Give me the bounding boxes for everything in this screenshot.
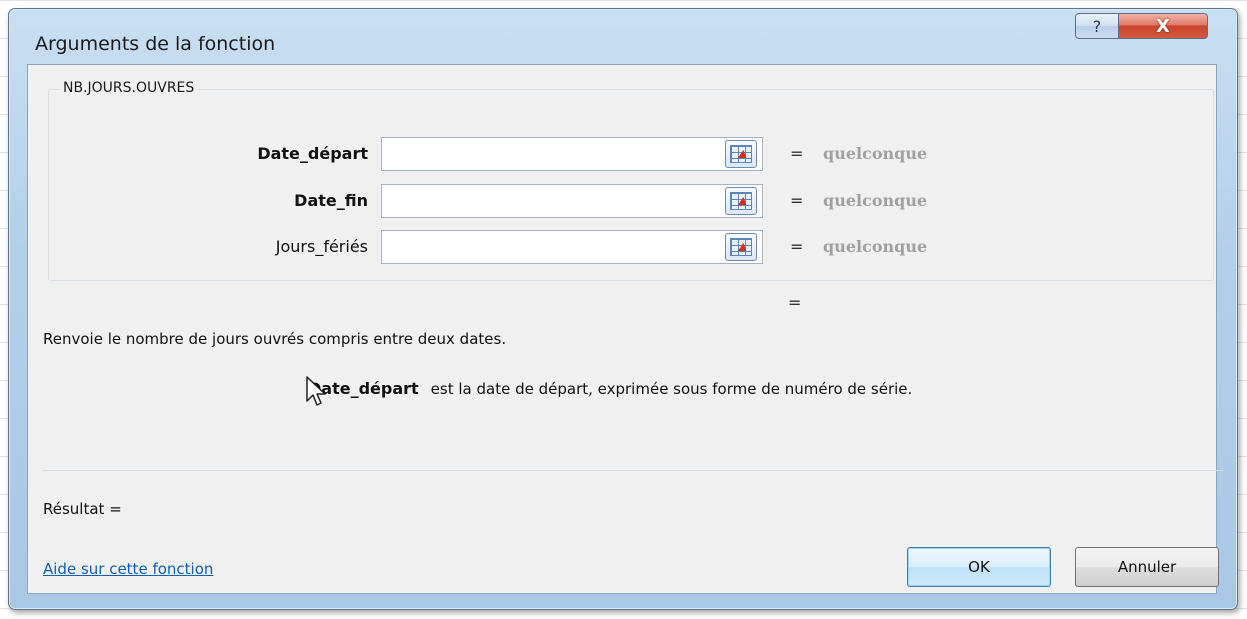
- close-button[interactable]: X: [1118, 13, 1208, 39]
- equals-sign: =: [790, 144, 804, 163]
- dialog-body: NB.JOURS.OUVRES Date_départ = quelconque…: [27, 64, 1223, 594]
- argument-result: quelconque: [823, 144, 928, 163]
- function-arguments-dialog: Arguments de la fonction ? X NB.JOURS.OU…: [8, 8, 1238, 610]
- date-depart-input[interactable]: [381, 137, 763, 171]
- range-selector-button[interactable]: [725, 233, 757, 261]
- argument-label: Date_départ: [257, 144, 368, 163]
- argument-result: quelconque: [823, 191, 928, 210]
- cancel-button[interactable]: Annuler: [1075, 547, 1219, 587]
- jours-feries-input[interactable]: [381, 230, 763, 264]
- title-bar[interactable]: Arguments de la fonction ? X: [9, 9, 1237, 65]
- range-selector-button[interactable]: [725, 140, 757, 168]
- equals-sign: =: [790, 191, 804, 210]
- argument-row-jours-feries: Jours_fériés = quelconque: [28, 228, 1218, 266]
- argument-row-date-fin: Date_fin = quelconque: [28, 182, 1218, 220]
- argument-result: quelconque: [823, 237, 928, 256]
- argument-label: Date_fin: [294, 191, 368, 210]
- argument-label: Jours_fériés: [275, 237, 368, 256]
- question-mark-icon: ?: [1092, 16, 1102, 36]
- mouse-cursor-icon: [306, 376, 326, 406]
- formula-result-equals: =: [788, 293, 802, 312]
- argument-help: Date_départ est la date de départ, exprim…: [308, 379, 912, 398]
- equals-sign: =: [790, 237, 804, 256]
- range-selector-button[interactable]: [725, 187, 757, 215]
- dialog-title: Arguments de la fonction: [35, 33, 276, 55]
- ok-button[interactable]: OK: [907, 547, 1051, 587]
- result-label: Résultat =: [43, 500, 122, 518]
- argument-row-date-depart: Date_départ = quelconque: [28, 135, 1218, 173]
- function-name: NB.JOURS.OUVRES: [60, 80, 198, 96]
- help-on-function-link[interactable]: Aide sur cette fonction: [43, 560, 213, 578]
- argument-help-text: est la date de départ, exprimée sous for…: [430, 380, 913, 398]
- function-description: Renvoie le nombre de jours ouvrés compri…: [43, 330, 507, 348]
- date-fin-input[interactable]: [381, 184, 763, 218]
- close-icon: X: [1156, 15, 1170, 37]
- help-button[interactable]: ?: [1075, 13, 1119, 39]
- divider: [43, 470, 1223, 471]
